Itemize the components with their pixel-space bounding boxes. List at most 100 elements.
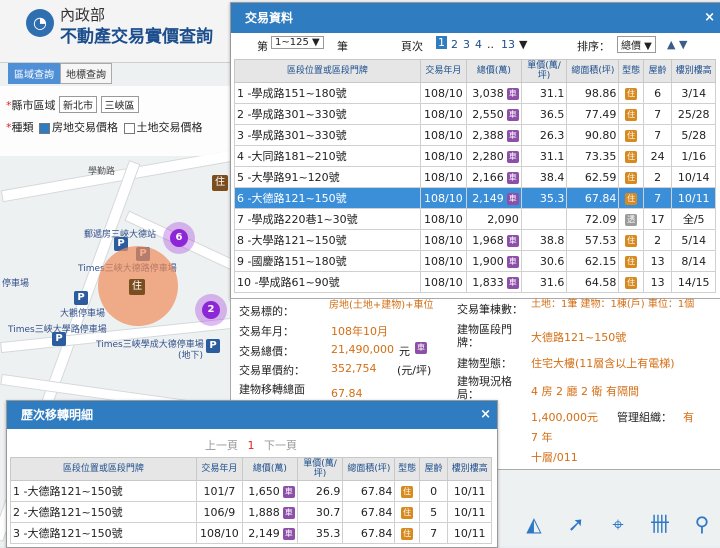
cell-address: 1 -學成路151~180號 [237,87,347,100]
cell-unit: 38.4 [539,170,565,184]
close-icon[interactable]: × [480,401,491,429]
table-row[interactable]: 2 -學成路301~330號 108/10 2,550 車 36.5 77.49 住 7 25/… [234,103,716,125]
house-type-tag-icon: 住 [401,485,414,498]
house-type-tag-icon: 住 [625,129,638,142]
table-row[interactable]: 2 -大德路121~150號 106/9 1,888 車 30.7 67.84 住 5 10/1… [10,501,492,523]
col-area[interactable]: 總面積(坪) [566,59,620,83]
sort-direction-icon[interactable]: ▲ ▼ [667,38,687,51]
col-floor[interactable]: 樓別樓高 [671,59,716,83]
address-label: 建物區段門牌： [457,323,512,349]
cell-floor: 10/11 [453,526,486,540]
house-marker-icon[interactable]: 住 [129,279,145,295]
col-date[interactable]: 交易年月 [419,59,468,83]
mgmt-value: 有 [683,411,694,424]
cell-age: 2 [654,170,662,184]
cell-floor: 3/14 [681,86,707,100]
cell-date: 108/10 [424,149,463,163]
cell-age: 2 [654,233,662,247]
count-value: 土地：1筆 建物：1棟(戶) 車位：1個 [531,299,695,310]
table-row[interactable]: 6 -大德路121~150號 108/10 2,149 車 35.3 67.84 住 7 10/… [234,187,716,209]
house-type-tag-icon: 住 [625,150,638,163]
car-tag-icon: 車 [282,485,295,498]
next-page-link[interactable]: 下一頁 [264,439,297,452]
years-value: 7 年 [531,431,553,444]
col-address[interactable]: 區段位置或區段門牌 [234,59,421,83]
cell-total: 1,888 [248,505,280,519]
tab-area-query[interactable]: 區域查詢 [8,63,60,84]
page-link-current[interactable]: 1 [436,36,447,49]
col-type[interactable]: 型態 [618,59,644,83]
site-title: 不動產交易實價查詢 [60,27,213,47]
parking-pin-icon[interactable]: P [52,332,66,346]
house-price-checkbox[interactable] [39,122,50,134]
house-type-tag-icon: 住 [401,506,414,519]
col-total[interactable]: 總價(萬) [466,59,522,83]
table-row[interactable]: 7 -學成路220巷1~30號 108/10 2,090 72.09 透 17 全/5 [234,208,716,230]
history-panel-header[interactable]: 歷次移轉明細 × [7,401,497,429]
table-row[interactable]: 1 -大德路121~150號 101/7 1,650 車 26.9 67.84 住 0 10/1… [10,480,492,502]
page-link[interactable]: 3 [463,38,470,51]
address-value: 大德路121~150號 [531,331,627,344]
table-row[interactable]: 9 -國慶路151~180號 108/10 1,900 車 30.6 62.15 住 13 8/… [234,250,716,272]
sort-select[interactable]: 總價 ▼ [617,36,656,53]
table-row[interactable]: 3 -大德路121~150號 108/10 2,149 車 35.3 67.84 住 7 10/… [10,522,492,544]
col-age[interactable]: 屋齡 [642,59,673,83]
map-poi-label: 停車場 [2,279,30,289]
table-row[interactable]: 5 -大學路91~120號 108/10 2,166 車 38.4 62.59 住 2 10/1… [234,166,716,188]
cell-address: 6 -大德路121~150號 [237,192,347,205]
page-link[interactable]: 2 [451,38,458,51]
cell-total: 2,090 [487,212,519,226]
tab-landmark-query[interactable]: 地標查詢 [60,63,112,84]
sort-label: 排序： [577,40,610,53]
col-unit: 單價(萬/坪) [296,457,344,481]
table-row[interactable]: 8 -大學路121~150號 108/10 1,968 車 38.8 57.53 住 2 5/1… [234,229,716,251]
page-range-select[interactable]: 1~125 ▼ [271,36,324,49]
page-link[interactable]: 4 [475,38,482,51]
pager-dropdown-icon[interactable]: ▼ [519,38,527,51]
parking-pin-icon[interactable]: P [206,339,220,353]
measure-icon[interactable]: ◭ [520,510,548,538]
cluster-marker[interactable]: 6 [170,229,188,247]
cell-address: 2 -大德路121~150號 [13,506,123,519]
cell-age: 7 [654,191,662,205]
prev-page-link[interactable]: 上一頁 [205,439,238,452]
trade-table: 區段位置或區段門牌 交易年月 總價(萬) 單價(萬/坪) 總面積(坪) 型態 屋… [234,59,716,293]
table-row[interactable]: 3 -學成路301~330號 108/10 2,388 車 26.3 90.80 住 7 5/2… [234,124,716,146]
layers-icon[interactable]: 卌 [646,510,674,538]
cell-date: 108/10 [424,212,463,226]
col-floor: 樓別樓高 [447,457,492,481]
cell-address: 10 -學成路61~90號 [237,276,340,289]
city-select[interactable]: 新北市 [59,96,97,113]
table-row[interactable]: 1 -學成路151~180號 108/10 3,038 車 31.1 98.86 住 6 3/1… [234,82,716,104]
house-type-tag-icon: 住 [401,527,414,540]
pointer-icon[interactable]: ➚ [562,510,590,538]
cell-floor: 5/14 [681,233,707,247]
page-link-last[interactable]: 13 [501,38,515,51]
history-table: 區段位置或區段門牌 交易年月 總價(萬) 單價(萬/坪) 總面積(坪) 型態 屋… [10,457,492,544]
col-date: 交易年月 [195,457,244,481]
cell-age: 0 [430,484,438,498]
pin-icon[interactable]: ⚲ [688,510,716,538]
trade-panel-header[interactable]: 交易資料 × [231,3,720,33]
layout-label: 建物現況格局： [457,375,512,401]
date-value: 108年10月 [331,325,388,338]
car-tag-icon: 車 [506,192,519,205]
cell-total: 2,149 [472,191,504,205]
locate-icon[interactable]: ⌖ [604,510,632,538]
cell-age: 6 [654,86,662,100]
land-price-checkbox[interactable] [123,122,135,134]
trade-data-panel: 交易資料 × 第 1~125 ▼ 筆 頁次 1 2 3 4 .. 13 ▼ 排序… [230,2,720,300]
col-unit[interactable]: 單價(萬/坪) [520,59,568,83]
cell-floor: 10/11 [453,484,486,498]
table-row[interactable]: 4 -大同路181~210號 108/10 2,280 車 31.1 73.35 住 24 1/… [234,145,716,167]
land-price-label: 土地交易價格 [136,121,203,134]
town-select[interactable]: 三峽區 [100,96,139,113]
parking-pin-icon[interactable]: P [74,291,88,305]
target-label: 交易標的： [239,305,294,318]
close-icon[interactable]: × [704,3,715,33]
col-age: 屋齡 [418,457,449,481]
house-marker-icon[interactable]: 住 [212,175,228,191]
cell-date: 108/10 [424,233,463,247]
cluster-marker[interactable]: 2 [202,301,220,319]
table-row[interactable]: 10 -學成路61~90號 108/10 1,833 車 31.6 64.58 住 13 14/… [234,271,716,293]
